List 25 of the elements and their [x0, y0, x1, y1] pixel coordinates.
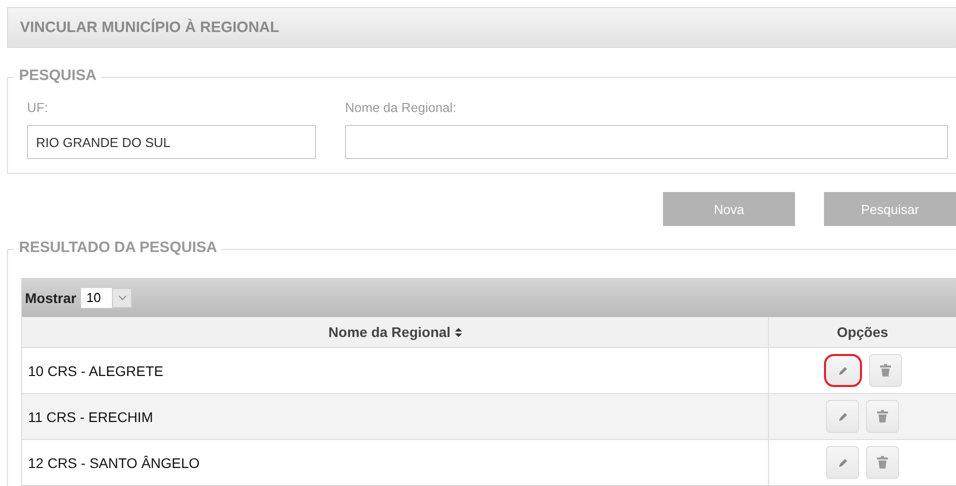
page-size-label: Mostrar — [25, 290, 76, 306]
edit-button[interactable] — [824, 354, 862, 387]
panel-legend: RESULTADO DA PESQUISA — [14, 239, 222, 256]
table-cell: 12 CRS - SANTO ÂNGELO — [22, 440, 769, 485]
page-title: VINCULAR MUNICÍPIO À REGIONAL — [20, 19, 280, 36]
field-label: UF: — [27, 100, 49, 116]
caret-icon — [112, 288, 132, 308]
column-header: Opções — [836, 323, 890, 342]
delete-button[interactable] — [866, 446, 899, 479]
table-cell: 11 CRS - ERECHIM — [22, 394, 769, 439]
delete-button[interactable] — [868, 354, 902, 387]
input-field[interactable] — [345, 125, 948, 159]
trash-icon — [877, 456, 888, 469]
delete-button[interactable] — [866, 400, 899, 433]
field-label: Nome da Regional: — [345, 100, 458, 116]
sort-icon — [454, 328, 462, 336]
trash-icon — [877, 410, 888, 423]
input-field[interactable]: RIO GRANDE DO SUL — [27, 125, 316, 159]
panel-legend: PESQUISA — [14, 67, 101, 84]
trash-icon — [880, 364, 890, 377]
pencil-icon — [836, 364, 848, 376]
pencil-icon — [836, 410, 848, 422]
column-header[interactable]: Nome da Regional — [22, 317, 769, 347]
pencil-icon — [836, 456, 848, 468]
table-cell: 10 CRS - ALEGRETE — [22, 348, 769, 393]
